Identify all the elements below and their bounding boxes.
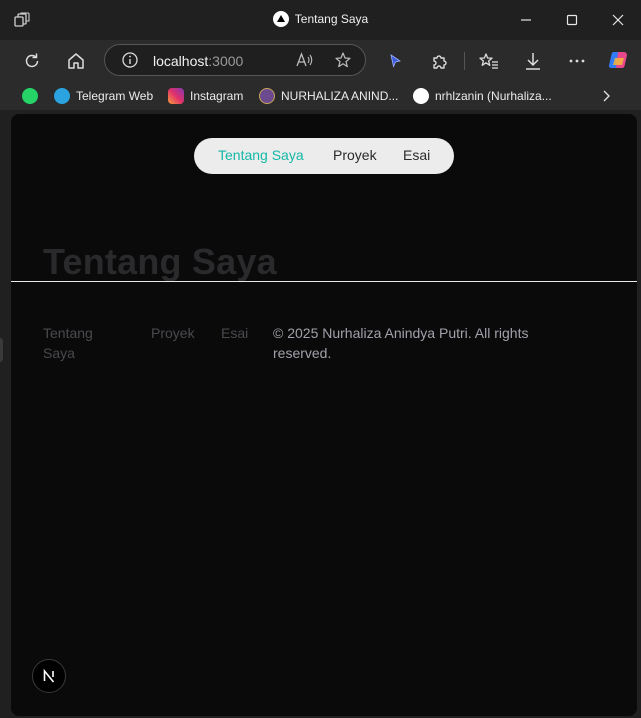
window-title: Tentang Saya (0, 11, 641, 29)
nextjs-logo-icon (43, 669, 55, 683)
address-bar[interactable]: localhost:3000 (104, 44, 366, 76)
nextjs-dev-badge[interactable] (32, 659, 66, 693)
bookmark-label: NURHALIZA ANIND... (281, 89, 399, 103)
url-text[interactable]: localhost:3000 (153, 53, 243, 69)
toolbar-separator (464, 52, 465, 70)
copilot-icon[interactable] (607, 48, 631, 72)
main-nav: Tentang Saya Proyek Esai (194, 138, 454, 174)
favorite-star-icon[interactable] (334, 51, 352, 69)
url-port: :3000 (208, 53, 244, 69)
github-icon (413, 88, 429, 104)
bookmark-instagram[interactable]: Instagram (168, 88, 243, 104)
footer-divider (11, 281, 637, 282)
nav-item-esai[interactable]: Esai (403, 147, 430, 163)
nav-item-tentang-saya[interactable]: Tentang Saya (218, 147, 304, 163)
nextjs-favicon-icon (272, 11, 289, 27)
read-aloud-icon[interactable] (295, 51, 313, 69)
footer-link-esai[interactable]: Esai (221, 323, 248, 343)
telegram-icon (54, 88, 70, 104)
bookmark-telegram[interactable]: Telegram Web (54, 88, 153, 104)
page-title: Tentang Saya (43, 241, 277, 282)
page-viewport: Tentang Saya Proyek Esai Tentang Saya Te… (11, 114, 637, 716)
window-title-text: Tentang Saya (294, 12, 369, 26)
favorites-icon[interactable] (478, 50, 500, 72)
whatsapp-icon (22, 88, 38, 104)
side-panel-handle[interactable] (0, 338, 3, 362)
chevron-right-icon[interactable] (598, 88, 614, 104)
title-bar: Tentang Saya (0, 0, 641, 40)
site-info-icon[interactable] (121, 51, 139, 69)
footer-link-proyek[interactable]: Proyek (151, 323, 195, 343)
minimize-icon[interactable] (516, 10, 536, 30)
close-icon[interactable] (608, 10, 628, 30)
bookmark-github[interactable]: nrhlzanin (Nurhaliza... (413, 88, 552, 104)
bookmark-whatsapp[interactable] (22, 88, 44, 104)
extensions-puzzle-icon[interactable] (429, 50, 451, 72)
home-icon[interactable] (65, 50, 87, 72)
footer-link-tentang-saya[interactable]: Tentang Saya (43, 323, 123, 363)
copyright-text: © 2025 Nurhaliza Anindya Putri. All righ… (273, 325, 529, 361)
bookmark-label: Telegram Web (76, 89, 154, 103)
url-host: localhost (153, 53, 209, 69)
bookmark-nurhaliza[interactable]: NURHALIZA ANIND... (259, 88, 398, 104)
downloads-icon[interactable] (522, 50, 544, 72)
bookmarks-bar: Telegram Web Instagram NURHALIZA ANIND..… (0, 82, 641, 110)
bookmark-label: nrhlzanin (Nurhaliza... (435, 89, 552, 103)
more-options-icon[interactable] (566, 50, 588, 72)
cursor-extension-icon[interactable] (384, 50, 406, 72)
browser-toolbar: localhost:3000 (0, 40, 641, 82)
maximize-icon[interactable] (562, 10, 582, 30)
instagram-icon (168, 88, 184, 104)
refresh-icon[interactable] (21, 50, 43, 72)
nav-item-proyek[interactable]: Proyek (333, 147, 377, 163)
bookmark-label: Instagram (190, 89, 244, 103)
university-seal-icon (259, 88, 275, 104)
